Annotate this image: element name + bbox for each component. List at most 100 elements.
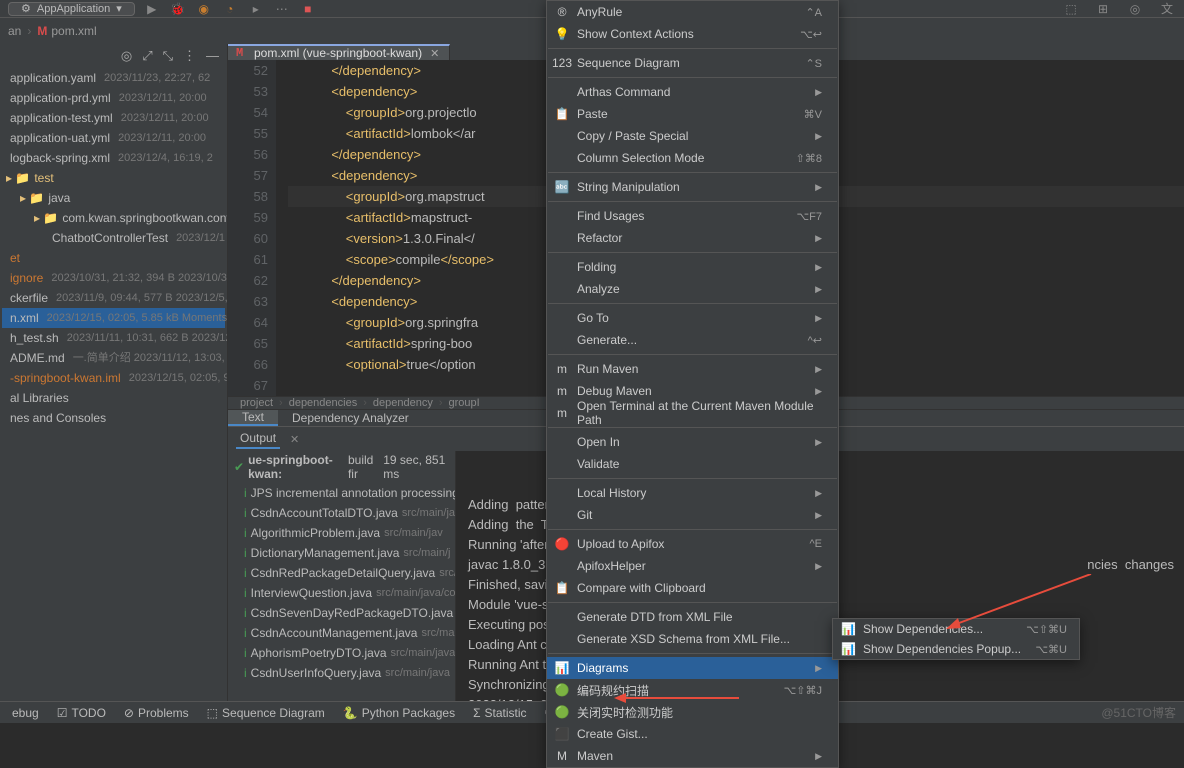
project-tree-item[interactable]: al Libraries (2, 388, 225, 408)
context-menu-item[interactable]: Analyze▶ (547, 278, 838, 300)
context-menu-item[interactable]: 📋Paste⌘V (547, 103, 838, 125)
run-icon[interactable]: ▶ (143, 2, 161, 16)
submenu-item[interactable]: 📊Show Dependencies Popup...⌥⌘U (833, 639, 1079, 659)
expand-icon[interactable]: ⤢ (142, 48, 152, 64)
toolbar-r2-icon[interactable]: ⊞ (1094, 2, 1112, 16)
project-tree-item[interactable]: ▸ 📁com.kwan.springbootkwan.controller (2, 208, 225, 228)
toolbar-r4-icon[interactable]: 文 (1158, 2, 1176, 16)
hide-icon[interactable]: — (206, 48, 219, 64)
maven-file-icon: M (37, 24, 47, 38)
context-menu-item[interactable]: ApifoxHelper▶ (547, 555, 838, 577)
build-result-item[interactable]: iDictionaryManagement.javasrc/main/j (228, 543, 455, 563)
project-tree-item[interactable]: ▸ 📁test (2, 168, 225, 188)
crumb-2[interactable]: pom.xml (51, 24, 96, 38)
context-menu-item[interactable]: 🟢关闭实时检测功能 (547, 701, 838, 723)
build-result-item[interactable]: iCsdnSevenDayRedPackageDTO.javasrc (228, 603, 455, 623)
build-result-item[interactable]: iCsdnRedPackageDetailQuery.javasrc/r (228, 563, 455, 583)
build-result-item[interactable]: iAlgorithmicProblem.javasrc/main/jav (228, 523, 455, 543)
tab-dependency-analyzer[interactable]: Dependency Analyzer (278, 410, 423, 426)
context-menu-item[interactable]: Generate XSD Schema from XML File... (547, 628, 838, 650)
close-icon[interactable]: ✕ (290, 433, 299, 446)
context-menu-item[interactable]: MMaven▶ (547, 745, 838, 767)
build-result-item[interactable]: iCsdnAccountManagement.javasrc/mai (228, 623, 455, 643)
context-menu-item[interactable]: 🟢编码规约扫描⌥⇧⌘J (547, 679, 838, 701)
context-menu-item[interactable]: 123Sequence Diagram⌃S (547, 52, 838, 74)
debug-icon[interactable]: 🐞 (169, 2, 187, 16)
build-result-item[interactable]: iCsdnAccountTotalDTO.javasrc/main/ja (228, 503, 455, 523)
context-menu-item[interactable]: Generate...^↩ (547, 329, 838, 351)
project-tree-item[interactable]: ckerfile2023/11/9, 09:44, 577 B 2023/12/… (2, 288, 225, 308)
project-tree-item[interactable]: application-prd.yml2023/12/11, 20:00 (2, 88, 225, 108)
context-menu-item[interactable]: Generate DTD from XML File (547, 606, 838, 628)
project-tree-item[interactable]: -springboot-kwan.iml2023/12/15, 02:05, 9… (2, 368, 225, 388)
context-menu-item[interactable]: Git▶ (547, 504, 838, 526)
crumb-c[interactable]: dependency (373, 397, 433, 409)
context-menu-item[interactable]: Column Selection Mode⇧⌘8 (547, 147, 838, 169)
locate-icon[interactable]: ◎ (121, 48, 132, 64)
context-menu-item[interactable]: mRun Maven▶ (547, 358, 838, 380)
crumb-d[interactable]: groupI (449, 397, 480, 409)
context-menu-item[interactable]: Copy / Paste Special▶ (547, 125, 838, 147)
more-run-icon[interactable]: ▸ (247, 2, 265, 16)
attach-icon[interactable]: ⋯ (273, 2, 291, 16)
context-menu-item[interactable]: Open In▶ (547, 431, 838, 453)
project-tree-item[interactable]: et (2, 248, 225, 268)
project-tree-item[interactable]: application.yaml2023/11/23, 22:27, 62 (2, 68, 225, 88)
project-tree-item[interactable]: ignore2023/10/31, 21:32, 394 B 2023/10/3… (2, 268, 225, 288)
success-icon: ✔ (234, 460, 244, 474)
crumb-a[interactable]: project (240, 397, 273, 409)
build-root[interactable]: ✔ ue-springboot-kwan: build fir 19 sec, … (228, 451, 455, 483)
context-menu-item[interactable]: 🔴Upload to Apifox^E (547, 533, 838, 555)
profile-icon[interactable]: ◔ (221, 2, 239, 16)
project-tree-item[interactable]: ChatbotControllerTest2023/12/1 (2, 228, 225, 248)
context-menu-item[interactable]: 🔤String Manipulation▶ (547, 176, 838, 198)
context-menu-item[interactable]: Arthas Command▶ (547, 81, 838, 103)
collapse-icon[interactable]: ⤡ (163, 48, 173, 64)
run-configuration-selector[interactable]: ⚙ AppApplication ▾ (8, 2, 135, 16)
build-output-tab[interactable]: Output (236, 429, 280, 449)
context-menu-item[interactable]: Validate (547, 453, 838, 475)
project-tree-item[interactable]: logback-spring.xml2023/12/4, 16:19, 2 (2, 148, 225, 168)
project-tree-item[interactable]: nes and Consoles (2, 408, 225, 428)
crumb-b[interactable]: dependencies (289, 397, 358, 409)
build-result-item[interactable]: iCsdnUserInfoQuery.javasrc/main/java (228, 663, 455, 683)
tab-text[interactable]: Text (228, 410, 278, 426)
context-menu-item[interactable]: Go To▶ (547, 307, 838, 329)
status-item[interactable]: ebug (8, 705, 39, 720)
status-item[interactable]: ⬚Sequence Diagram (207, 705, 325, 720)
context-menu-item[interactable]: Folding▶ (547, 256, 838, 278)
status-item[interactable]: 🐍Python Packages (343, 705, 455, 720)
context-menu-item[interactable]: 📊Diagrams▶ (547, 657, 838, 679)
crumb-1[interactable]: an (8, 24, 21, 38)
settings-icon[interactable]: ⋮ (183, 48, 196, 64)
build-result-item[interactable]: iJPS incremental annotation processing i… (228, 483, 455, 503)
stop-icon[interactable]: ■ (299, 2, 317, 16)
status-item[interactable]: ☑TODO (57, 705, 106, 720)
status-item[interactable]: ⊘Problems (124, 705, 189, 720)
project-tree-item[interactable]: ▸ 📁java (2, 188, 225, 208)
status-item[interactable]: ΣStatistic (473, 705, 526, 720)
context-menu-item[interactable]: Local History▶ (547, 482, 838, 504)
project-tree-item[interactable]: application-uat.yml2023/12/11, 20:00 (2, 128, 225, 148)
build-result-item[interactable]: iAphorismPoetryDTO.javasrc/main/java/c (228, 643, 455, 663)
project-tree-item[interactable]: ADME.md一.简单介绍 2023/11/12, 13:03, 6.0 (2, 348, 225, 368)
project-tree-item[interactable]: n.xml2023/12/15, 02:05, 5.85 kB Moments … (2, 308, 225, 328)
context-menu-item[interactable]: ®AnyRule⌃A (547, 1, 838, 23)
status-icon: ☑ (57, 706, 68, 720)
context-menu-item[interactable]: 💡Show Context Actions⌥↩ (547, 23, 838, 45)
context-menu-item[interactable]: mOpen Terminal at the Current Maven Modu… (547, 402, 838, 424)
project-tree-item[interactable]: h_test.sh2023/11/11, 10:31, 662 B 2023/1… (2, 328, 225, 348)
project-tree-item[interactable]: application-test.yml2023/12/11, 20:00 (2, 108, 225, 128)
context-menu-item[interactable]: Refactor▶ (547, 227, 838, 249)
toolbar-r3-icon[interactable]: ◎ (1126, 2, 1144, 16)
build-result-item[interactable]: iInterviewQuestion.javasrc/main/java/com (228, 583, 455, 603)
menu-item-icon: m (555, 384, 569, 398)
toolbar-r1-icon[interactable]: ⬚ (1062, 2, 1080, 16)
editor-tab-pom[interactable]: pom.xml (vue-springboot-kwan) ✕ (228, 44, 450, 60)
coverage-icon[interactable]: ◉ (195, 2, 213, 16)
context-menu-item[interactable]: 📋Compare with Clipboard (547, 577, 838, 599)
submenu-item[interactable]: 📊Show Dependencies...⌥⇧⌘U (833, 619, 1079, 639)
context-menu-item[interactable]: ⬛Create Gist... (547, 723, 838, 745)
context-menu-item[interactable]: Find Usages⌥F7 (547, 205, 838, 227)
close-icon[interactable]: ✕ (430, 47, 439, 60)
